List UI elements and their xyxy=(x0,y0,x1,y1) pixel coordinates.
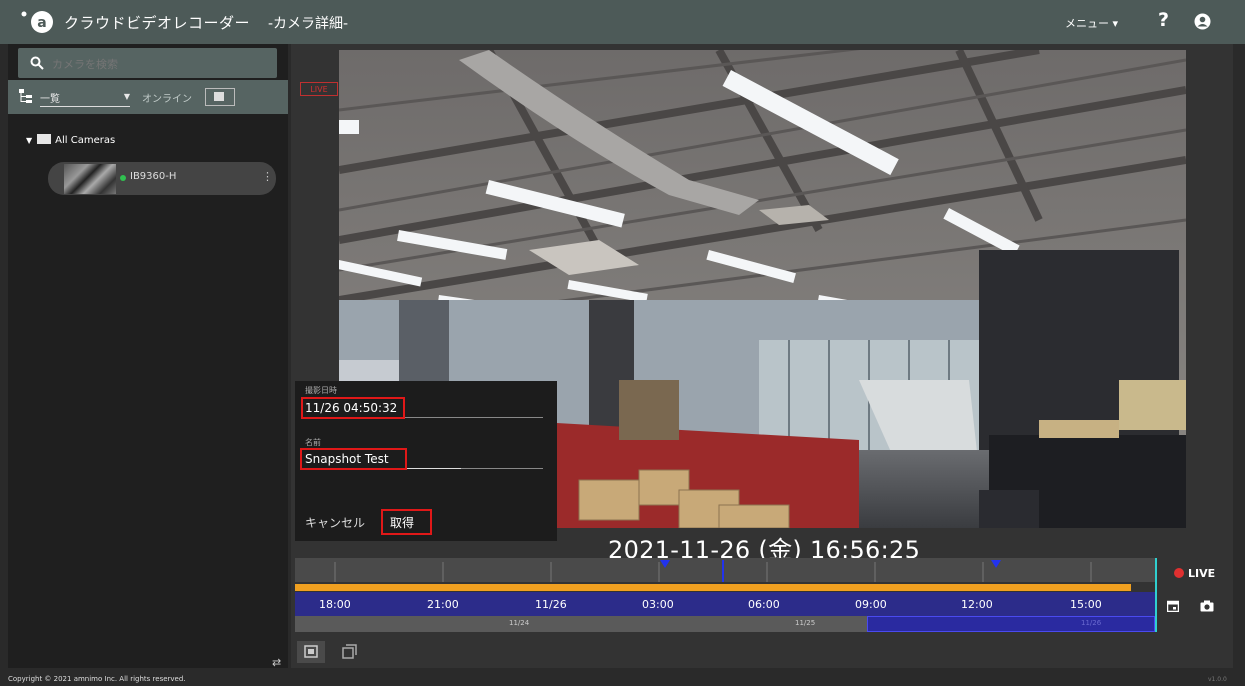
search-icon xyxy=(30,56,44,70)
name-label: 名前 xyxy=(305,438,321,447)
search-box[interactable] xyxy=(18,48,277,78)
copyright-text: Copyright © 2021 amnimo Inc. All rights … xyxy=(8,675,186,683)
filter-bar: 一覧 ▼ オンライン xyxy=(8,80,288,114)
folder-all-cameras[interactable]: ▼ All Cameras xyxy=(26,134,115,146)
live-dot-icon xyxy=(1174,568,1184,578)
version-text: v1.0.0 xyxy=(1208,676,1227,683)
live-button-label: LIVE xyxy=(1188,567,1216,580)
hour-label: 21:00 xyxy=(427,598,459,611)
hour-label: 15:00 xyxy=(1070,598,1102,611)
day-label: 11/24 xyxy=(509,619,530,627)
live-button[interactable]: LIVE xyxy=(1174,567,1215,580)
timeline-event-track[interactable] xyxy=(295,558,1155,582)
search-input[interactable] xyxy=(50,55,264,73)
live-tag: LIVE xyxy=(300,82,338,96)
snapshot-marker-icon[interactable] xyxy=(991,560,1001,568)
chevron-down-icon: ▼ xyxy=(123,92,130,101)
single-view-button[interactable] xyxy=(297,641,325,663)
timeline-cursor[interactable] xyxy=(1155,558,1157,632)
hour-label: 09:00 xyxy=(855,598,887,611)
timeline-selection[interactable] xyxy=(867,616,1155,632)
recording-band xyxy=(295,584,1131,591)
folder-label: All Cameras xyxy=(55,135,116,146)
hour-label: 03:00 xyxy=(642,598,674,611)
snapshot-camera-icon[interactable] xyxy=(1200,600,1214,612)
account-icon[interactable] xyxy=(1194,13,1211,30)
menu-button[interactable]: メニュー ▾ xyxy=(1065,15,1118,31)
cancel-button[interactable]: キャンセル xyxy=(305,514,365,531)
timeline-ticks xyxy=(334,560,1092,582)
timeline[interactable]: 18:00 21:00 11/26 03:00 06:00 09:00 12:0… xyxy=(295,558,1157,632)
layout-toggle-button[interactable] xyxy=(205,88,235,106)
single-view-icon xyxy=(304,645,318,658)
multi-view-icon xyxy=(342,644,357,659)
app-title: クラウドビデオレコーダー xyxy=(64,14,251,32)
snapshot-dialog: 撮影日時 11/26 04:50:32 名前 Snapshot Test キャン… xyxy=(295,381,557,541)
view-mode-select[interactable]: 一覧 ▼ xyxy=(40,90,130,107)
svg-text:a: a xyxy=(37,15,46,31)
camera-thumbnail xyxy=(64,164,116,194)
caret-down-icon: ▼ xyxy=(26,136,33,145)
hour-label: 06:00 xyxy=(748,598,780,611)
day-label: 11/25 xyxy=(795,619,816,627)
help-button[interactable]: ? xyxy=(1158,9,1169,31)
name-highlight xyxy=(300,448,407,470)
time-label: 撮影日時 xyxy=(305,386,337,395)
more-options-icon[interactable]: ⋮ xyxy=(262,170,273,183)
app-logo-icon: a xyxy=(21,11,53,33)
online-filter-toggle[interactable]: オンライン xyxy=(142,90,192,105)
online-status-icon xyxy=(120,175,126,181)
name-field-underline-rest xyxy=(461,468,543,469)
folder-icon xyxy=(37,134,52,144)
time-highlight xyxy=(301,397,405,419)
page-title: -カメラ詳細- xyxy=(268,16,349,32)
save-highlight xyxy=(381,509,432,535)
layout-icon xyxy=(214,92,224,101)
view-mode-value: 一覧 xyxy=(40,94,60,105)
hour-label: 12:00 xyxy=(961,598,993,611)
multi-view-button[interactable] xyxy=(335,641,363,663)
swap-icon[interactable]: ⇄ xyxy=(272,656,281,669)
day-label: 11/26 xyxy=(1081,619,1102,627)
tree-view-icon[interactable] xyxy=(18,88,34,104)
hour-label: 11/26 xyxy=(535,598,567,611)
snapshot-marker-icon[interactable] xyxy=(660,560,670,568)
camera-list-item[interactable]: IB9360-H ⋮ xyxy=(48,162,276,195)
hour-label: 18:00 xyxy=(319,598,351,611)
camera-sidebar: 一覧 ▼ オンライン ▼ All Cameras IB9360-H ⋮ ⇄ xyxy=(8,44,288,669)
calendar-icon[interactable] xyxy=(1167,600,1179,612)
header-bar: a クラウドビデオレコーダー -カメラ詳細- メニュー ▾ ? xyxy=(0,0,1245,44)
camera-name: IB9360-H xyxy=(130,171,177,182)
timeline-hour-bar[interactable] xyxy=(295,592,1155,616)
